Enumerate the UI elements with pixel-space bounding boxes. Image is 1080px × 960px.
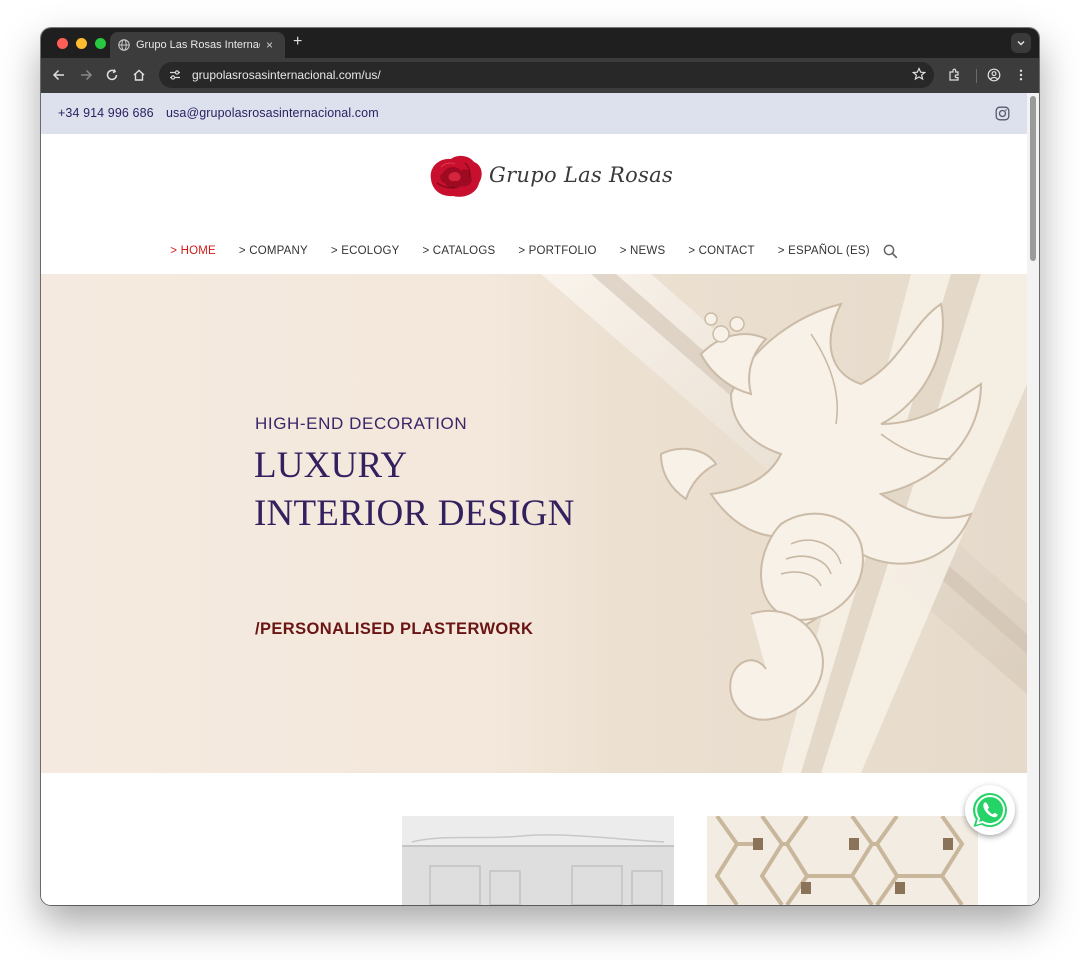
hero-subtitle: /PERSONALISED PLASTERWORK bbox=[255, 620, 534, 638]
browser-window: Grupo Las Rosas Internacional × + bbox=[41, 28, 1039, 905]
search-icon[interactable] bbox=[883, 244, 898, 259]
home-icon bbox=[133, 69, 145, 81]
whatsapp-icon bbox=[973, 793, 1007, 827]
instagram-icon[interactable] bbox=[995, 106, 1010, 121]
project-image-interior[interactable] bbox=[402, 816, 674, 905]
nav-ecology[interactable]: > ECOLOGY bbox=[331, 245, 400, 257]
globe-icon bbox=[118, 39, 130, 51]
close-window-button[interactable] bbox=[57, 38, 68, 49]
reload-button[interactable] bbox=[104, 67, 120, 83]
page-viewport: +34 914 996 686 usa@grupolasrosasinterna… bbox=[41, 93, 1039, 905]
forward-button[interactable] bbox=[78, 67, 94, 83]
nav-home[interactable]: > HOME bbox=[170, 245, 216, 257]
hero-title: LUXURY INTERIOR DESIGN bbox=[254, 442, 575, 538]
nav-portfolio[interactable]: > PORTFOLIO bbox=[518, 245, 596, 257]
extensions-button[interactable] bbox=[946, 67, 962, 83]
nav-language-espanol[interactable]: > ESPAÑOL (ES) bbox=[778, 245, 870, 257]
tab-close-button[interactable]: × bbox=[266, 38, 273, 52]
hero-kicker: HIGH-END DECORATION bbox=[255, 414, 468, 433]
browser-toolbar: grupolasrosasinternacional.com/us/ bbox=[41, 58, 1039, 93]
kebab-menu-icon bbox=[1019, 69, 1023, 81]
project-image-ceiling[interactable] bbox=[707, 816, 978, 905]
tab-bar: Grupo Las Rosas Internacional × + bbox=[41, 28, 1039, 58]
forward-icon bbox=[81, 69, 93, 81]
logo-wordmark: Grupo Las Rosas bbox=[489, 163, 674, 187]
site-logo[interactable]: Grupo Las Rosas bbox=[427, 153, 673, 201]
hero-title-line-1: LUXURY bbox=[254, 445, 408, 486]
new-tab-button[interactable]: + bbox=[293, 34, 302, 50]
minimize-window-button[interactable] bbox=[76, 38, 87, 49]
hero-banner: HIGH-END DECORATION LUXURY INTERIOR DESI… bbox=[41, 274, 1027, 773]
home-button[interactable] bbox=[131, 67, 147, 83]
chevron-down-icon bbox=[1017, 40, 1025, 46]
profile-button[interactable] bbox=[986, 67, 1002, 83]
url-text: grupolasrosasinternacional.com/us/ bbox=[192, 68, 381, 82]
main-navigation: > HOME > COMPANY > ECOLOGY > CATALOGS > … bbox=[41, 241, 1027, 261]
nav-contact[interactable]: > CONTACT bbox=[688, 245, 754, 257]
window-controls bbox=[57, 38, 106, 49]
scrollbar-thumb[interactable] bbox=[1030, 96, 1036, 261]
tab-title: Grupo Las Rosas Internacional bbox=[136, 39, 260, 51]
nav-catalogs[interactable]: > CATALOGS bbox=[423, 245, 496, 257]
site-info-icon[interactable] bbox=[168, 68, 182, 82]
whatsapp-button[interactable] bbox=[965, 785, 1015, 835]
toolbar-divider bbox=[976, 69, 977, 83]
nav-company[interactable]: > COMPANY bbox=[239, 245, 308, 257]
star-icon[interactable] bbox=[912, 67, 926, 81]
address-bar[interactable]: grupolasrosasinternacional.com/us/ bbox=[159, 62, 934, 88]
rose-logo-icon bbox=[430, 155, 482, 197]
interior-room-image bbox=[402, 816, 674, 905]
hero-title-line-2: INTERIOR DESIGN bbox=[254, 493, 575, 534]
tab-search-button[interactable] bbox=[1011, 33, 1031, 53]
contact-bar: +34 914 996 686 usa@grupolasrosasinterna… bbox=[41, 93, 1027, 134]
browser-tab[interactable]: Grupo Las Rosas Internacional × bbox=[110, 32, 285, 58]
phone-link[interactable]: +34 914 996 686 bbox=[58, 106, 154, 120]
browser-menu-button[interactable] bbox=[1013, 67, 1029, 83]
nav-news[interactable]: > NEWS bbox=[620, 245, 666, 257]
reload-icon bbox=[106, 69, 118, 81]
back-icon bbox=[52, 69, 64, 81]
page-scrollbar[interactable] bbox=[1027, 93, 1039, 905]
back-button[interactable] bbox=[51, 67, 67, 83]
extensions-icon bbox=[949, 68, 959, 81]
maximize-window-button[interactable] bbox=[95, 38, 106, 49]
profile-icon bbox=[987, 68, 1001, 82]
email-link[interactable]: usa@grupolasrosasinternacional.com bbox=[166, 106, 379, 120]
coffered-ceiling-image bbox=[707, 816, 978, 905]
